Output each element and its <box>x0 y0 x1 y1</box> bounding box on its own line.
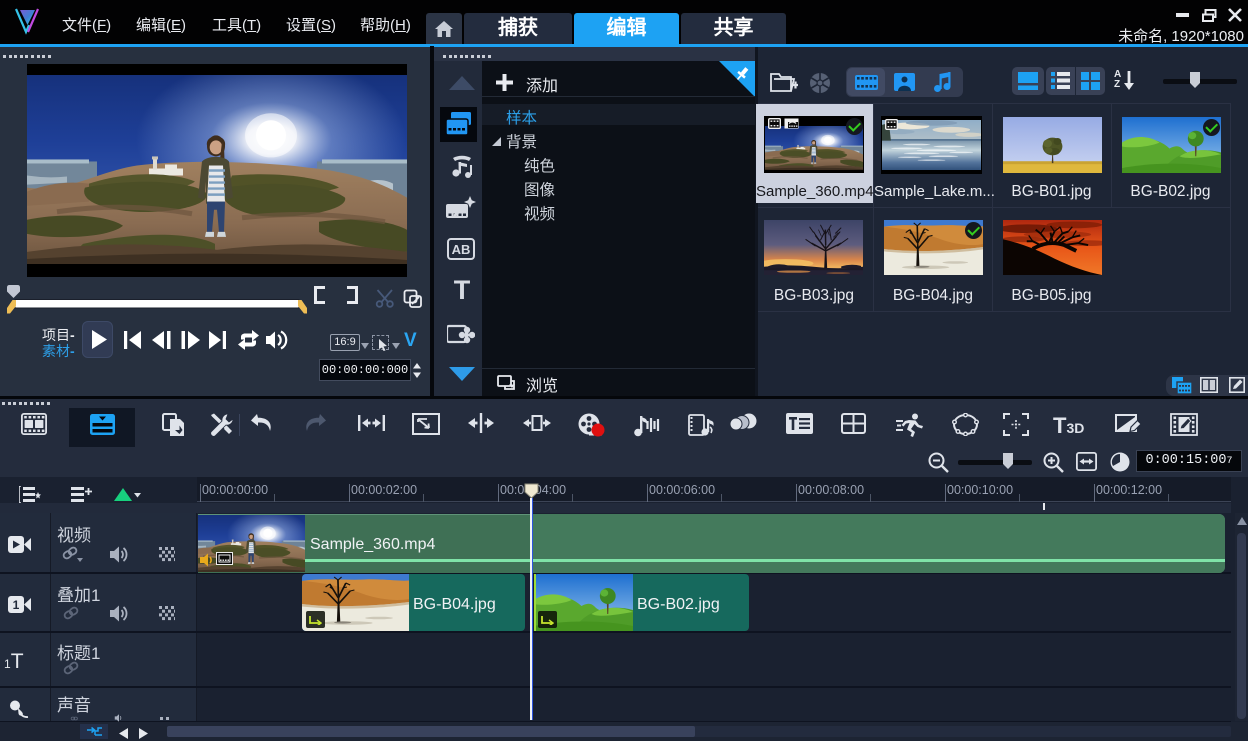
svg-text:1: 1 <box>13 598 20 612</box>
svg-text:AB: AB <box>452 242 471 257</box>
